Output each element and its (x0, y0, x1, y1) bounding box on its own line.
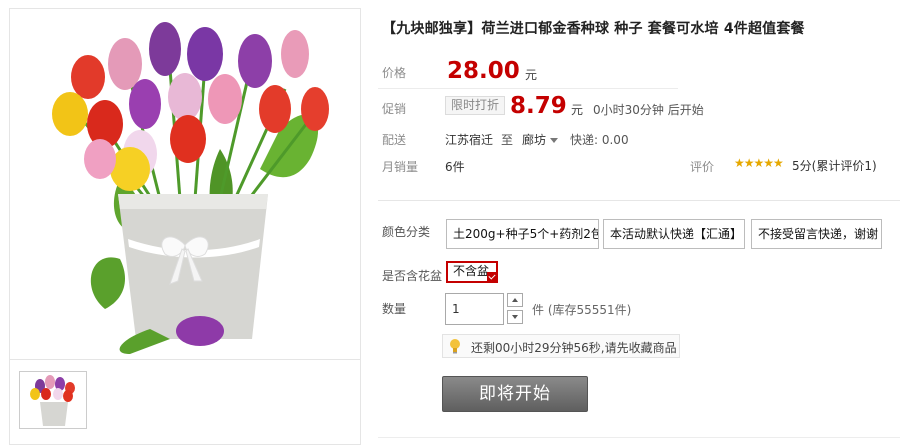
section-divider (378, 200, 900, 201)
shipping-fee: 快递: 0.00 (570, 133, 629, 147)
promo-label: 促销 (382, 102, 407, 116)
promo-countdown: 0小时30分钟 后开始 (593, 103, 704, 117)
rating-stars-icon: ★★★★★ (734, 156, 784, 170)
sales-value: 6件 (445, 160, 465, 174)
color-option-2[interactable]: 本活动默认快递【汇通】 (603, 219, 745, 249)
arrow-up-icon (512, 298, 518, 302)
thumbnail-image (30, 375, 75, 426)
original-price: 28.00 (447, 58, 520, 84)
delivery-destination: 廊坊 (522, 133, 547, 147)
promo-tag: 限时打折 (445, 96, 506, 115)
bottom-divider (378, 437, 900, 438)
notice-text: 还剩00小时29分钟56秒,请先收藏商品 (471, 341, 677, 355)
caret-down-icon (550, 138, 559, 143)
quantity-label: 数量 (382, 302, 407, 316)
gallery-divider (10, 359, 360, 360)
product-title: 【九块邮独享】荷兰进口郁金香种球 种子 套餐可水培 4件超值套餐 (382, 21, 805, 37)
quantity-input[interactable] (445, 293, 504, 325)
delivery-from[interactable]: 江苏宿迁 (445, 131, 493, 148)
quantity-increase-button[interactable] (507, 293, 523, 307)
stock-text: 件 (库存55551件) (532, 303, 632, 317)
price-label: 价格 (382, 66, 407, 80)
pot-option-label: 不含盆 (453, 264, 490, 278)
promo-price: 8.79 (510, 93, 567, 119)
review-label: 评价 (690, 160, 715, 174)
coming-soon-button[interactable]: 即将开始 (442, 376, 588, 412)
delivery-to-word: 至 (501, 133, 514, 147)
check-icon (487, 272, 496, 281)
price-unit: 元 (525, 68, 538, 82)
product-gallery (9, 8, 361, 445)
delivery-destination-select[interactable]: 廊坊 (522, 131, 559, 148)
sales-label: 月销量 (382, 160, 419, 174)
promo-unit: 元 (571, 103, 584, 117)
arrow-down-icon (512, 315, 518, 319)
tulip-bouquet-image (52, 22, 329, 354)
quantity-decrease-button[interactable] (507, 310, 523, 324)
favorite-notice: 还剩00小时29分钟56秒,请先收藏商品 (442, 334, 680, 358)
delivery-label: 配送 (382, 133, 407, 147)
color-option-3[interactable]: 不接受留言快递，谢谢 (751, 219, 882, 249)
product-thumbnail[interactable] (19, 371, 87, 429)
bulb-icon (450, 339, 460, 354)
price-separator (378, 88, 678, 89)
color-option-1[interactable]: 土200g+种子5个+药剂2包 (446, 219, 599, 249)
review-link[interactable]: 5分(累计评价1) (792, 157, 877, 174)
pot-option-selected[interactable]: 不含盆 (446, 261, 498, 283)
color-options-label: 颜色分类 (382, 225, 431, 239)
product-main-image[interactable] (10, 9, 360, 359)
pot-options-label: 是否含花盆 (382, 269, 443, 283)
